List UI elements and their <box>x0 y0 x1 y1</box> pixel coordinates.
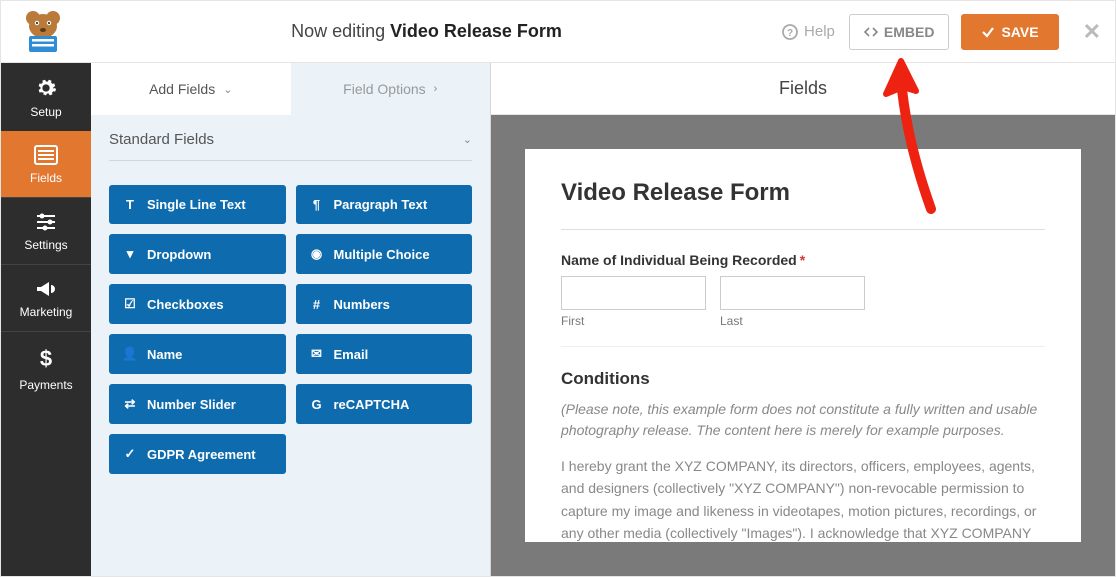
sidebar-label: Setup <box>5 105 87 119</box>
field-grid: T Single Line Text ¶ Paragraph Text ▾ Dropd… <box>91 169 490 490</box>
fields-icon <box>34 145 58 165</box>
close-button[interactable]: ✕ <box>1059 19 1101 45</box>
field-numbers[interactable]: # Numbers <box>296 284 473 324</box>
sidebar-item-setup[interactable]: Setup <box>1 63 91 131</box>
field-label: Paragraph Text <box>334 197 428 212</box>
sidebar-label: Marketing <box>5 305 87 319</box>
field-paragraph-text[interactable]: ¶ Paragraph Text <box>296 185 473 224</box>
help-label: Help <box>804 23 835 40</box>
wpforms-logo <box>15 8 71 56</box>
checkbox-icon: ☑ <box>123 296 137 312</box>
field-checkboxes[interactable]: ☑ Checkboxes <box>109 284 286 324</box>
editing-prefix: Now editing <box>291 21 390 41</box>
field-label: Single Line Text <box>147 197 246 212</box>
field-label: reCAPTCHA <box>334 397 410 412</box>
embed-label: EMBED <box>884 24 935 40</box>
section-standard-fields[interactable]: Standard Fields ⌄ <box>109 131 472 161</box>
last-name-input[interactable] <box>720 276 865 310</box>
check-icon: ✓ <box>123 446 137 462</box>
user-icon: 👤 <box>123 346 137 362</box>
save-button[interactable]: SAVE <box>961 14 1058 50</box>
label-text: Name of Individual Being Recorded <box>561 252 797 268</box>
svg-text:?: ? <box>787 28 793 39</box>
preview-canvas: Video Release Form Name of Individual Be… <box>491 115 1115 576</box>
field-recaptcha[interactable]: GreCAPTCHA <box>296 384 473 424</box>
sidebar-item-payments[interactable]: $ Payments <box>1 331 91 404</box>
field-name[interactable]: 👤 Name <box>109 334 286 374</box>
field-label: Name of Individual Being Recorded* <box>561 252 1045 268</box>
hash-icon: # <box>310 297 324 312</box>
close-icon: ✕ <box>1083 19 1101 44</box>
preview-header: Fields <box>491 63 1115 115</box>
preview-area: Fields Video Release Form Name of Indivi… <box>491 63 1115 576</box>
field-label: Email <box>334 347 369 362</box>
bullhorn-icon <box>35 279 57 299</box>
name-field-block[interactable]: Name of Individual Being Recorded* First… <box>561 230 1045 347</box>
main-sidebar: Setup Fields Settings Marketing $ Paymen… <box>1 63 91 576</box>
chevron-down-icon: ⌄ <box>463 133 472 146</box>
sidebar-item-settings[interactable]: Settings <box>1 197 91 264</box>
last-sublabel: Last <box>720 314 865 328</box>
preview-header-label: Fields <box>779 78 827 99</box>
chevron-down-icon: ⌄ <box>223 83 232 96</box>
email-icon: ✉ <box>310 346 324 362</box>
section-title: Standard Fields <box>109 131 214 148</box>
paragraph-icon: ¶ <box>310 197 324 212</box>
form-title: Video Release Form <box>561 179 1045 230</box>
tab-add-fields[interactable]: Add Fields ⌄ <box>91 63 291 115</box>
tab-field-options[interactable]: Field Options › <box>291 63 491 115</box>
editing-title: Now editing Video Release Form <box>71 21 782 42</box>
help-button[interactable]: ? Help <box>782 23 835 40</box>
sidebar-item-marketing[interactable]: Marketing <box>1 264 91 331</box>
field-dropdown[interactable]: ▾ Dropdown <box>109 234 286 274</box>
panel-tabs: Add Fields ⌄ Field Options › <box>91 63 490 115</box>
radio-icon: ◉ <box>310 246 324 262</box>
field-single-line-text[interactable]: T Single Line Text <box>109 185 286 224</box>
save-label: SAVE <box>1001 24 1038 40</box>
field-gdpr-agreement[interactable]: ✓ GDPR Agreement <box>109 434 286 474</box>
sidebar-label: Payments <box>5 378 87 392</box>
tab-label: Add Fields <box>149 81 215 97</box>
sliders-icon <box>35 212 57 232</box>
slider-icon: ⇄ <box>123 396 137 412</box>
field-label: Dropdown <box>147 247 211 262</box>
sidebar-item-fields[interactable]: Fields <box>1 131 91 197</box>
field-label: Checkboxes <box>147 297 224 312</box>
conditions-heading: Conditions <box>561 369 1045 389</box>
field-label: Numbers <box>334 297 390 312</box>
conditions-note: (Please note, this example form does not… <box>561 399 1045 441</box>
form-preview[interactable]: Video Release Form Name of Individual Be… <box>525 149 1081 542</box>
first-name-input[interactable] <box>561 276 706 310</box>
field-label: Multiple Choice <box>334 247 430 262</box>
field-label: Name <box>147 347 182 362</box>
field-email[interactable]: ✉ Email <box>296 334 473 374</box>
tab-label: Field Options <box>343 81 425 97</box>
field-label: GDPR Agreement <box>147 447 256 462</box>
form-name: Video Release Form <box>390 21 562 41</box>
help-icon: ? <box>782 24 798 40</box>
dollar-icon: $ <box>5 346 87 372</box>
sidebar-label: Settings <box>5 238 87 252</box>
chevron-right-icon: › <box>434 83 438 95</box>
fields-panel: Add Fields ⌄ Field Options › Standard Fi… <box>91 63 491 576</box>
field-label: Number Slider <box>147 397 236 412</box>
field-number-slider[interactable]: ⇄ Number Slider <box>109 384 286 424</box>
check-icon <box>981 25 995 39</box>
text-icon: T <box>123 197 137 212</box>
embed-button[interactable]: EMBED <box>849 14 950 50</box>
google-icon: G <box>310 397 324 412</box>
first-sublabel: First <box>561 314 706 328</box>
gear-icon <box>35 77 57 99</box>
field-multiple-choice[interactable]: ◉ Multiple Choice <box>296 234 473 274</box>
dropdown-icon: ▾ <box>123 246 137 262</box>
required-mark: * <box>800 252 805 268</box>
code-icon <box>864 25 878 39</box>
sidebar-label: Fields <box>5 171 87 185</box>
conditions-body: I hereby grant the XYZ COMPANY, its dire… <box>561 455 1045 542</box>
top-bar: Now editing Video Release Form ? Help EM… <box>1 1 1115 63</box>
